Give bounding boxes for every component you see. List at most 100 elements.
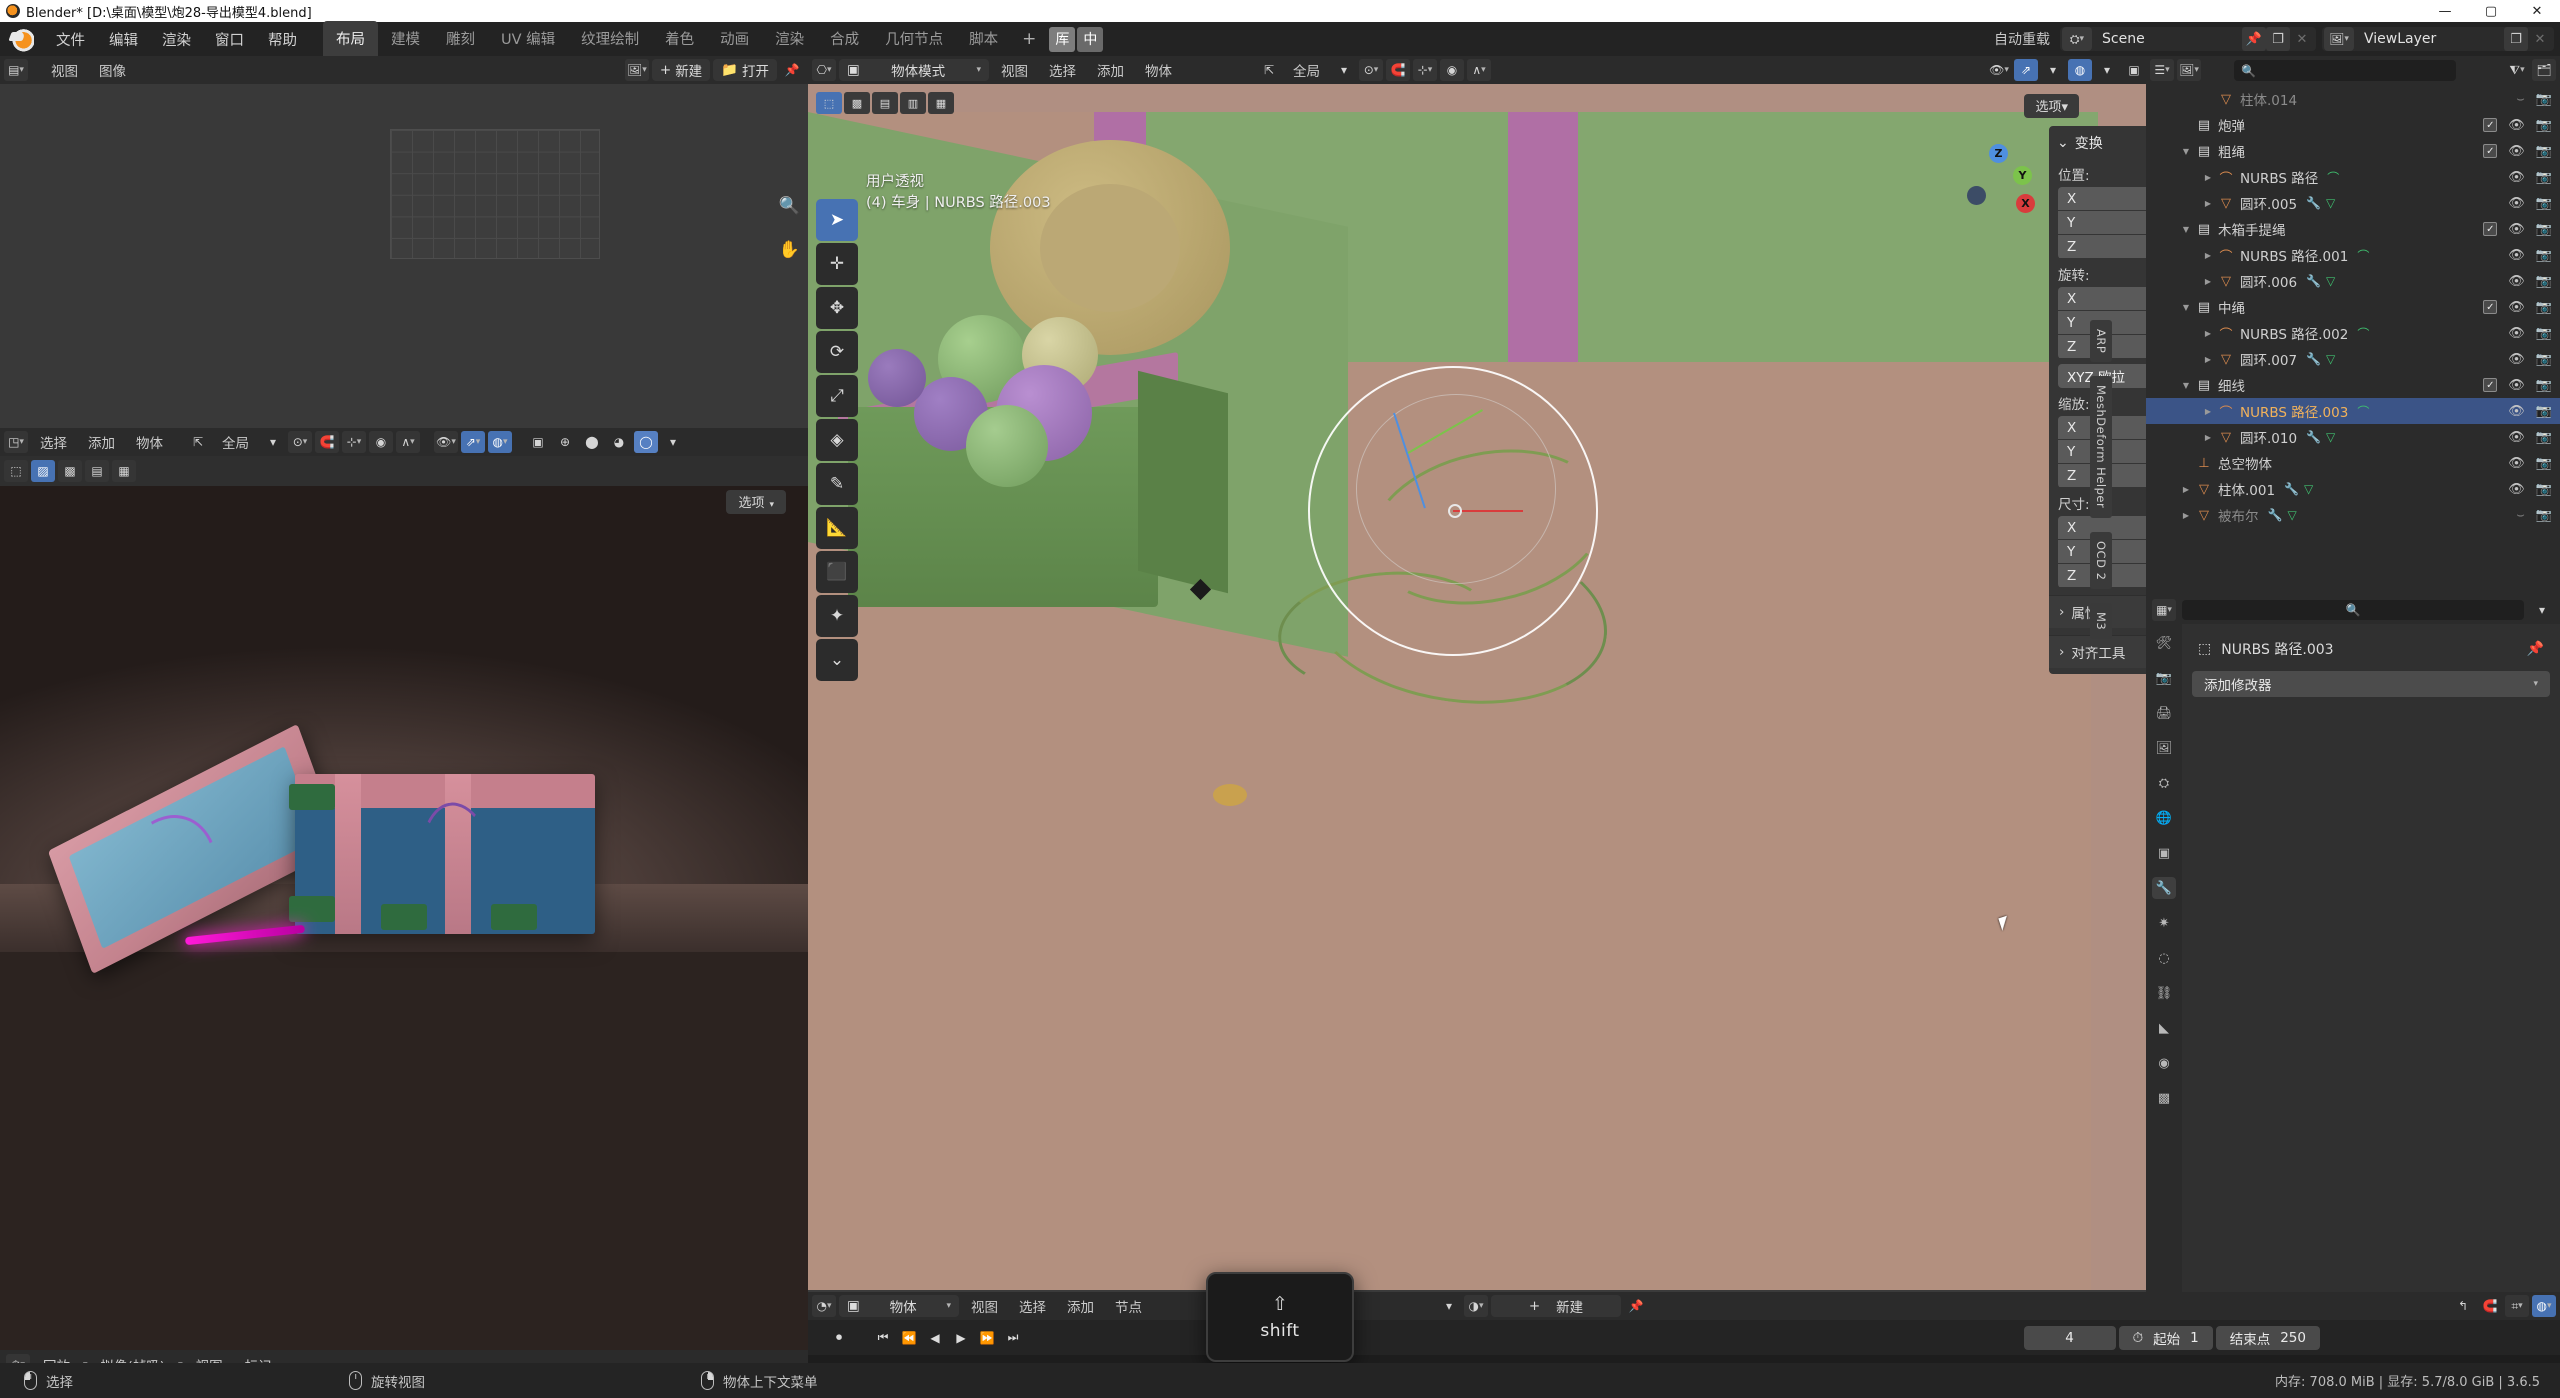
pivot-point-icon[interactable]: ⊙ ▾ — [1359, 59, 1383, 81]
outliner-expander-icon[interactable]: ▶ — [2200, 329, 2216, 338]
eye-visibility-icon[interactable]: ⌣ — [2516, 92, 2525, 107]
eye-visibility-icon[interactable]: 👁 — [2508, 326, 2525, 341]
image-menu-view[interactable]: 视图 — [42, 57, 87, 83]
outliner-tree[interactable]: ▽ 柱体.014 ⌣ 📷 ▤ 炮弹 ✓ 👁 📷 ▼ ▤ 粗绳 ✓ 👁 📷 ▶ ⌒ NURBS 路径 ⌒ 👁 📷 ▶ ▽ 圆环.… — [2146, 86, 2560, 594]
camera-render-icon[interactable]: 📷 — [2536, 196, 2552, 211]
preview2-select-intersect-icon[interactable]: ▦ — [112, 460, 136, 482]
tab-texture-icon[interactable]: ▩ — [2152, 1087, 2176, 1109]
outliner-row[interactable]: ⊥ 总空物体 👁 📷 — [2146, 450, 2560, 476]
tool-transform-icon[interactable]: ◈ — [816, 419, 858, 461]
close-button[interactable]: ✕ — [2514, 0, 2560, 22]
preview-gizmo-icon[interactable]: ⇗ ▾ — [461, 431, 485, 453]
dopesheet-menu-node[interactable]: 节点 — [1106, 1293, 1151, 1319]
outliner-expander-icon[interactable]: ▼ — [2178, 303, 2194, 312]
preview-orientation-label[interactable]: 全局 — [213, 429, 258, 455]
outliner-search-input[interactable]: 🔍 — [2234, 60, 2456, 81]
image-menu-image[interactable]: 图像 — [90, 57, 135, 83]
eye-visibility-icon[interactable]: 👁 — [2508, 352, 2525, 367]
select-invert-icon[interactable]: ▥ — [900, 92, 926, 114]
current-frame-field[interactable]: 4 — [2023, 1325, 2116, 1350]
transform-collapse-chevron-icon[interactable]: ⌄ — [2057, 135, 2069, 151]
pin-scene-icon[interactable]: 📌 — [2242, 27, 2266, 51]
proportional-falloff-icon[interactable]: ∧ ▾ — [1467, 59, 1491, 81]
gizmo-axis-y[interactable]: Y — [2013, 166, 2032, 185]
collection-checkbox[interactable]: ✓ — [2483, 118, 2498, 132]
start-frame-field[interactable]: ⏱ 起始 1 — [2118, 1325, 2213, 1350]
tab-animation[interactable]: 动画 — [707, 21, 762, 57]
tab-m3[interactable]: M3 — [2090, 602, 2112, 640]
tool-scale-icon[interactable]: ⤢ — [816, 375, 858, 417]
tab-physics-icon[interactable]: ◌ — [2152, 947, 2176, 969]
outliner-row[interactable]: ▶ ▽ 柱体.001 🔧 ▽ 👁 📷 — [2146, 476, 2560, 502]
ime-layout-icon[interactable]: 厍 — [1049, 26, 1076, 52]
outliner-expander-icon[interactable]: ▼ — [2178, 147, 2194, 156]
outliner-expander-icon[interactable]: ▼ — [2178, 381, 2194, 390]
tab-layout[interactable]: 布局 — [323, 21, 378, 57]
camera-render-icon[interactable]: 📷 — [2536, 274, 2552, 289]
viewport-menu-select[interactable]: 选择 — [1040, 57, 1085, 83]
tool-measure-icon[interactable]: 📐 — [816, 507, 858, 549]
outliner-row[interactable]: ▶ ⌒ NURBS 路径.001 ⌒ 👁 📷 — [2146, 242, 2560, 268]
outliner-row[interactable]: ▼ ▤ 细线 ✓ 👁 📷 — [2146, 372, 2560, 398]
delete-viewlayer-icon[interactable]: ✕ — [2528, 27, 2552, 51]
preview2-tool-icon[interactable]: ⬚ — [4, 460, 28, 482]
shading-wireframe-icon[interactable]: ⊕ — [553, 431, 577, 453]
gizmo-chevron-down-icon[interactable]: ▾ — [2041, 59, 2065, 81]
tool-annotate-icon[interactable]: ✎ — [816, 463, 858, 505]
camera-render-icon[interactable]: 📷 — [2536, 456, 2552, 471]
transform-orientation-icon[interactable]: ⇱ — [1257, 59, 1281, 81]
select-extend-icon[interactable]: ▩ — [844, 92, 870, 114]
tab-tool-icon[interactable]: 🛠 — [2152, 632, 2176, 654]
image-datablock-icon[interactable]: 🖼 ▾ — [624, 59, 649, 81]
preview2-select-subtract-icon[interactable]: ▤ — [85, 460, 109, 482]
add-workspace-button[interactable]: + — [1011, 25, 1047, 53]
viewlayer-icon[interactable]: 🖼 ▾ — [2324, 27, 2354, 51]
proportional-editing-icon[interactable]: ◉ — [1440, 59, 1464, 81]
new-node-tree-button[interactable]: + 新建 — [1491, 1295, 1621, 1317]
rotate-gizmo-inner-circle[interactable] — [1356, 394, 1556, 584]
viewport-menu-add[interactable]: 添加 — [1088, 57, 1133, 83]
dopesheet-extra-chevron-down-icon[interactable]: ▾ — [1437, 1295, 1461, 1317]
eye-visibility-icon[interactable]: ⌣ — [2516, 508, 2525, 523]
tool-more-icon[interactable]: ⌄ — [816, 639, 858, 681]
outliner-row[interactable]: ▶ ▽ 圆环.005 🔧 ▽ 👁 📷 — [2146, 190, 2560, 216]
menu-file[interactable]: 文件 — [44, 25, 97, 54]
outliner-expander-icon[interactable]: ▶ — [2200, 251, 2216, 260]
ime-mode-icon[interactable]: 中 — [1077, 26, 1104, 52]
camera-render-icon[interactable]: 📷 — [2536, 222, 2552, 237]
tab-constraints-icon[interactable]: ⛓ — [2152, 982, 2176, 1004]
tab-particles-icon[interactable]: ✷ — [2152, 912, 2176, 934]
node-snap-magnet-icon[interactable]: 🧲 — [2478, 1295, 2502, 1317]
dopesheet-mode-selector[interactable]: ▣ 物体 ▾ — [839, 1295, 959, 1317]
eye-visibility-icon[interactable]: 👁 — [2508, 404, 2525, 419]
scene-icon[interactable]: ⛭ ▾ — [2062, 27, 2092, 51]
jump-to-end-icon[interactable]: ⏭ — [1000, 1325, 1026, 1351]
tab-geometry-nodes[interactable]: 几何节点 — [872, 21, 956, 57]
tab-scripting[interactable]: 脚本 — [956, 21, 1011, 57]
viewport-menu-view[interactable]: 视图 — [992, 57, 1037, 83]
outliner-row[interactable]: ▼ ▤ 粗绳 ✓ 👁 📷 — [2146, 138, 2560, 164]
minimize-button[interactable]: — — [2422, 0, 2468, 22]
delete-scene-icon[interactable]: ✕ — [2290, 27, 2314, 51]
eye-visibility-icon[interactable]: 👁 — [2508, 300, 2525, 315]
snap-target-icon[interactable]: ⊹ ▾ — [1413, 59, 1437, 81]
viewlayer-name-field[interactable]: ViewLayer — [2354, 27, 2504, 51]
tab-rendering[interactable]: 渲染 — [762, 21, 817, 57]
new-viewlayer-icon[interactable]: ❐ — [2504, 27, 2528, 51]
pan-hand-icon[interactable]: ✋ — [779, 240, 800, 260]
outliner-expander-icon[interactable]: ▶ — [2200, 433, 2216, 442]
preview-xray-icon[interactable]: ▣ — [526, 431, 550, 453]
outliner-row[interactable]: ▶ ▽ 圆环.010 🔧 ▽ 👁 📷 — [2146, 424, 2560, 450]
outliner-row[interactable]: ▼ ▤ 中绳 ✓ 👁 📷 — [2146, 294, 2560, 320]
outliner-expander-icon[interactable]: ▶ — [2200, 199, 2216, 208]
tab-object-icon[interactable]: ▣ — [2152, 842, 2176, 864]
tab-data-icon[interactable]: ◣ — [2152, 1017, 2176, 1039]
outliner-row[interactable]: ▶ ⌒ NURBS 路径.002 ⌒ 👁 📷 — [2146, 320, 2560, 346]
preview2-select-box-icon[interactable]: ▨ — [31, 460, 55, 482]
camera-render-icon[interactable]: 📷 — [2536, 352, 2552, 367]
preview-orientation-icon[interactable]: ⇱ — [186, 431, 210, 453]
outliner-expander-icon[interactable]: ▼ — [2178, 225, 2194, 234]
collection-checkbox[interactable]: ✓ — [2483, 144, 2498, 158]
menu-window[interactable]: 窗口 — [203, 25, 256, 54]
eye-visibility-icon[interactable]: 👁 — [2508, 274, 2525, 289]
